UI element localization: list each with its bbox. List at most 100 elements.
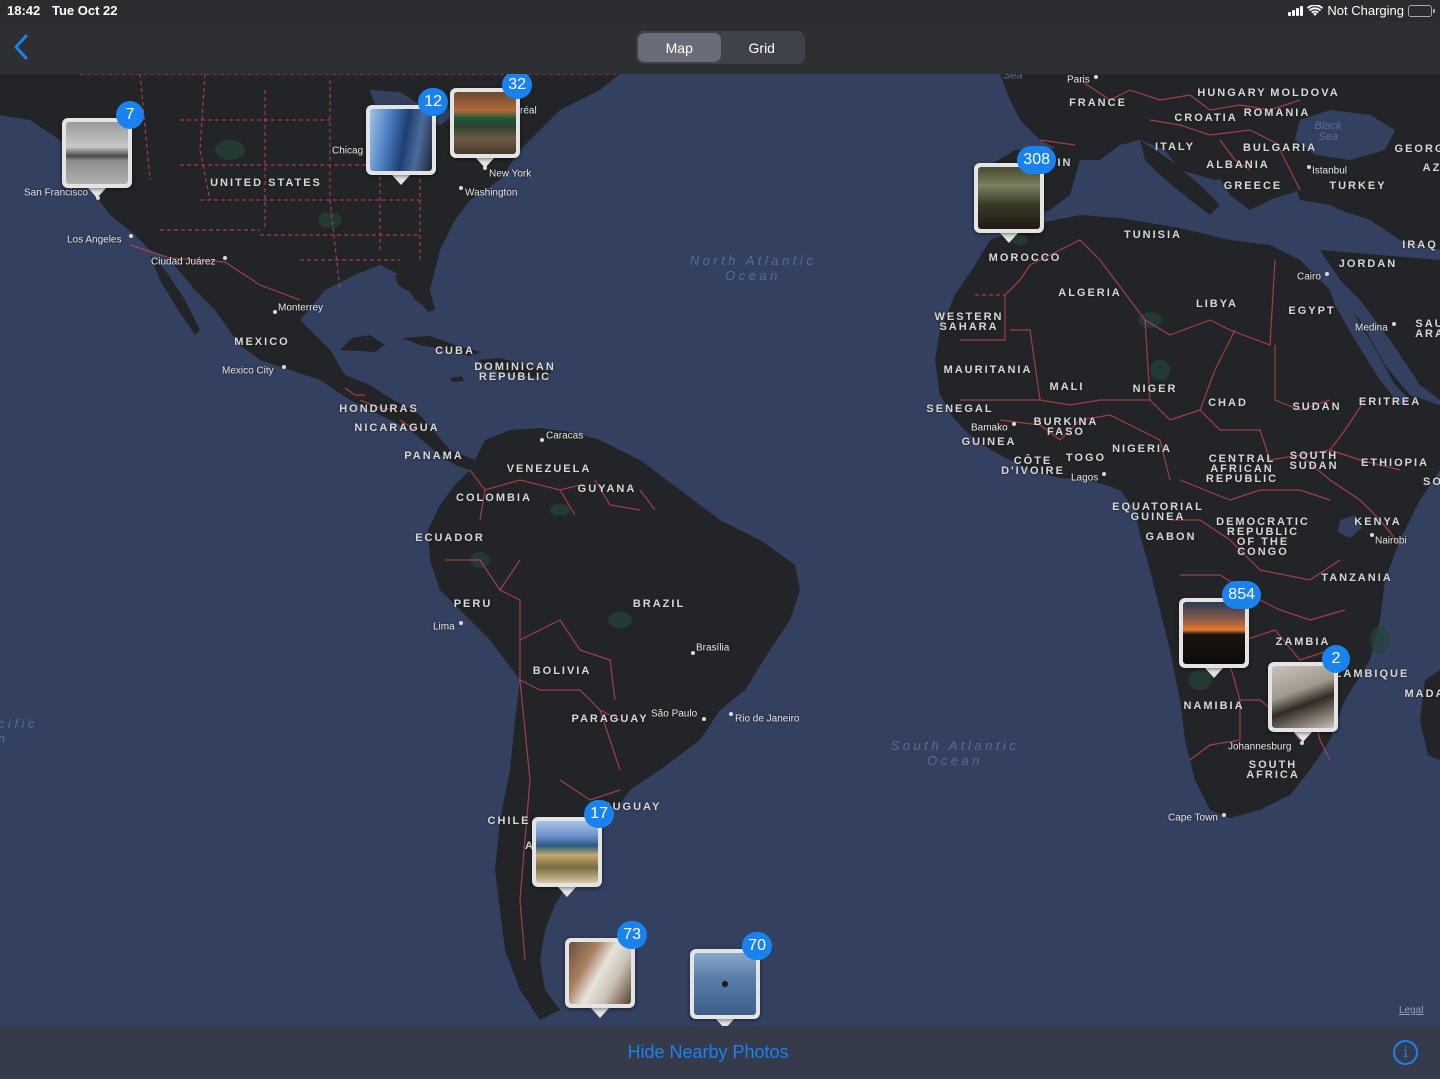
country-label-iraq: IRAQ <box>1402 239 1438 251</box>
photo-pin-new-york[interactable]: 32 <box>450 71 532 168</box>
country-label-france: FRANCE <box>1069 97 1127 109</box>
photo-pin-johannesburg[interactable]: 2 <box>1268 645 1350 742</box>
country-label-cote-divoire: CÔTE D'IVOIRE <box>1001 455 1065 477</box>
country-label-italy: ITALY <box>1155 141 1195 153</box>
city-label-johannesburg: Johannesburg <box>1228 741 1292 753</box>
photo-pin-san-francisco[interactable]: 7 <box>62 101 144 198</box>
battery-icon <box>1408 4 1435 17</box>
country-label-togo: TOGO <box>1065 452 1107 464</box>
photo-count-badge: 32 <box>502 71 532 99</box>
photo-thumbnail <box>978 167 1040 229</box>
ocean-label-pacific: cific n <box>0 716 38 746</box>
photo-thumbnail <box>66 122 128 184</box>
city-dot-nairobi <box>1370 533 1374 537</box>
country-label-mauritania: MAURITANIA <box>943 364 1033 376</box>
country-label-bulgaria: BULGARIA <box>1242 142 1318 154</box>
country-label-ethiopia: ETHIOPIA <box>1361 457 1429 469</box>
battery-status-text: Not Charging <box>1327 3 1404 18</box>
city-label-san-francisco: San Francisco <box>24 187 88 199</box>
status-time: 18:42 <box>7 3 41 18</box>
country-label-mexico: MEXICO <box>234 336 290 348</box>
photo-pin-chicago[interactable]: 12 <box>366 88 448 185</box>
city-label-bamako: Bamako <box>971 422 1008 434</box>
photo-thumbnail <box>569 942 631 1004</box>
photo-thumbnail <box>1272 666 1334 728</box>
country-label-spain: IN <box>1057 157 1073 169</box>
photo-pin-falklands[interactable]: 73 <box>565 921 647 1018</box>
photo-pin-morocco[interactable]: 308 <box>974 146 1056 243</box>
segment-grid[interactable]: Grid <box>721 33 804 62</box>
city-label-ciudad-juarez: Ciudad Juárez <box>151 256 216 268</box>
status-date: Tue Oct 22 <box>52 3 118 18</box>
country-label-south-africa: SOUTH AFRICA <box>1246 759 1300 781</box>
photo-thumbnail <box>370 109 432 171</box>
country-label-senegal: SENEGAL <box>926 403 994 415</box>
city-dot-medina <box>1392 322 1396 326</box>
city-label-sao-paulo: São Paulo <box>651 708 698 720</box>
map-view[interactable]: North Atlantic Ocean South Atlantic Ocea… <box>0 0 1440 1079</box>
country-label-united-states: UNITED STATES <box>210 177 322 189</box>
info-icon[interactable]: i <box>1393 1040 1418 1065</box>
country-label-bolivia: BOLIVIA <box>532 665 592 677</box>
country-label-albania: ALBANIA <box>1206 159 1270 171</box>
chevron-left-icon <box>14 34 28 60</box>
country-label-jordan: JORDAN <box>1338 258 1398 270</box>
ocean-label-south-atlantic: South Atlantic Ocean <box>890 738 1020 768</box>
country-label-morocco: MOROCCO <box>988 252 1062 264</box>
city-label-washington: Washington <box>465 187 518 199</box>
photo-thumbnail <box>1183 602 1245 664</box>
city-label-los-angeles: Los Angeles <box>67 234 122 246</box>
city-label-cape-town: Cape Town <box>1168 812 1218 824</box>
photo-count-badge: 17 <box>584 800 614 828</box>
country-label-dominican-republic: DOMINICAN REPUBLIC <box>474 361 556 383</box>
photo-count-badge: 2 <box>1322 645 1350 673</box>
city-label-chicago: Chicag <box>332 145 364 157</box>
photo-count-badge: 70 <box>742 932 772 960</box>
country-label-guinea: GUINEA <box>961 436 1017 448</box>
ocean-label-north-atlantic: North Atlantic Ocean <box>689 253 817 283</box>
country-label-nicaragua: NICARAGUA <box>354 422 440 434</box>
city-dot-monterrey <box>273 310 277 314</box>
photo-count-badge: 7 <box>116 101 144 129</box>
city-label-monterrey: Monterrey <box>278 302 324 314</box>
city-label-cairo: Cairo <box>1297 271 1321 283</box>
country-label-western-sahara: WESTERN SAHARA <box>934 311 1004 333</box>
country-label-turkey: TURKEY <box>1329 180 1387 192</box>
photo-pin-south-atlantic[interactable]: 70 <box>690 932 772 1029</box>
country-label-chad: CHAD <box>1208 397 1248 409</box>
country-label-saudi-arabia: SAU ARA <box>1415 318 1440 340</box>
country-label-egypt: EGYPT <box>1288 305 1336 317</box>
segment-map[interactable]: Map <box>638 33 721 62</box>
city-dot-istanbul <box>1307 165 1311 169</box>
country-label-hungary: HUNGARY <box>1197 87 1267 99</box>
city-label-nairobi: Nairobi <box>1375 535 1407 547</box>
photos-map-app: North Atlantic Ocean South Atlantic Ocea… <box>0 0 1440 1079</box>
city-label-lima: Lima <box>433 621 455 633</box>
photo-pin-argentina[interactable]: 17 <box>532 800 614 897</box>
city-dot-bamako <box>1012 422 1016 426</box>
photo-pin-namibia[interactable]: 854 <box>1179 581 1261 678</box>
country-label-libya: LIBYA <box>1196 298 1238 310</box>
country-label-gabon: GABON <box>1145 531 1197 543</box>
country-label-niger: NIGER <box>1132 383 1178 395</box>
country-label-sudan: SUDAN <box>1292 401 1342 413</box>
country-label-burkina-faso: BURKINA FASO <box>1033 416 1099 438</box>
city-dot-cape-town <box>1222 813 1226 817</box>
city-dot-washington <box>459 186 463 190</box>
country-label-ecuador: ECUADOR <box>415 532 485 544</box>
sea-label-black-sea: Black Sea <box>1314 120 1342 143</box>
country-label-drc: DEMOCRATIC REPUBLIC OF THE CONGO <box>1216 516 1310 558</box>
country-label-greece: GREECE <box>1223 180 1283 192</box>
country-label-mali: MALI <box>1049 381 1085 393</box>
legal-link[interactable]: Legal <box>1399 1005 1423 1016</box>
photo-thumbnail <box>694 953 756 1015</box>
hide-nearby-photos-button[interactable]: Hide Nearby Photos <box>0 1042 1416 1063</box>
country-label-peru: PERU <box>453 598 493 610</box>
country-label-chile: CHILE <box>487 815 531 827</box>
city-label-medina: Medina <box>1355 322 1388 334</box>
country-label-guyana: GUYANA <box>577 483 637 495</box>
photo-count-badge: 12 <box>418 88 448 116</box>
city-dot-sao-paulo <box>702 717 706 721</box>
photo-thumbnail <box>454 92 516 154</box>
back-button[interactable] <box>10 32 34 62</box>
